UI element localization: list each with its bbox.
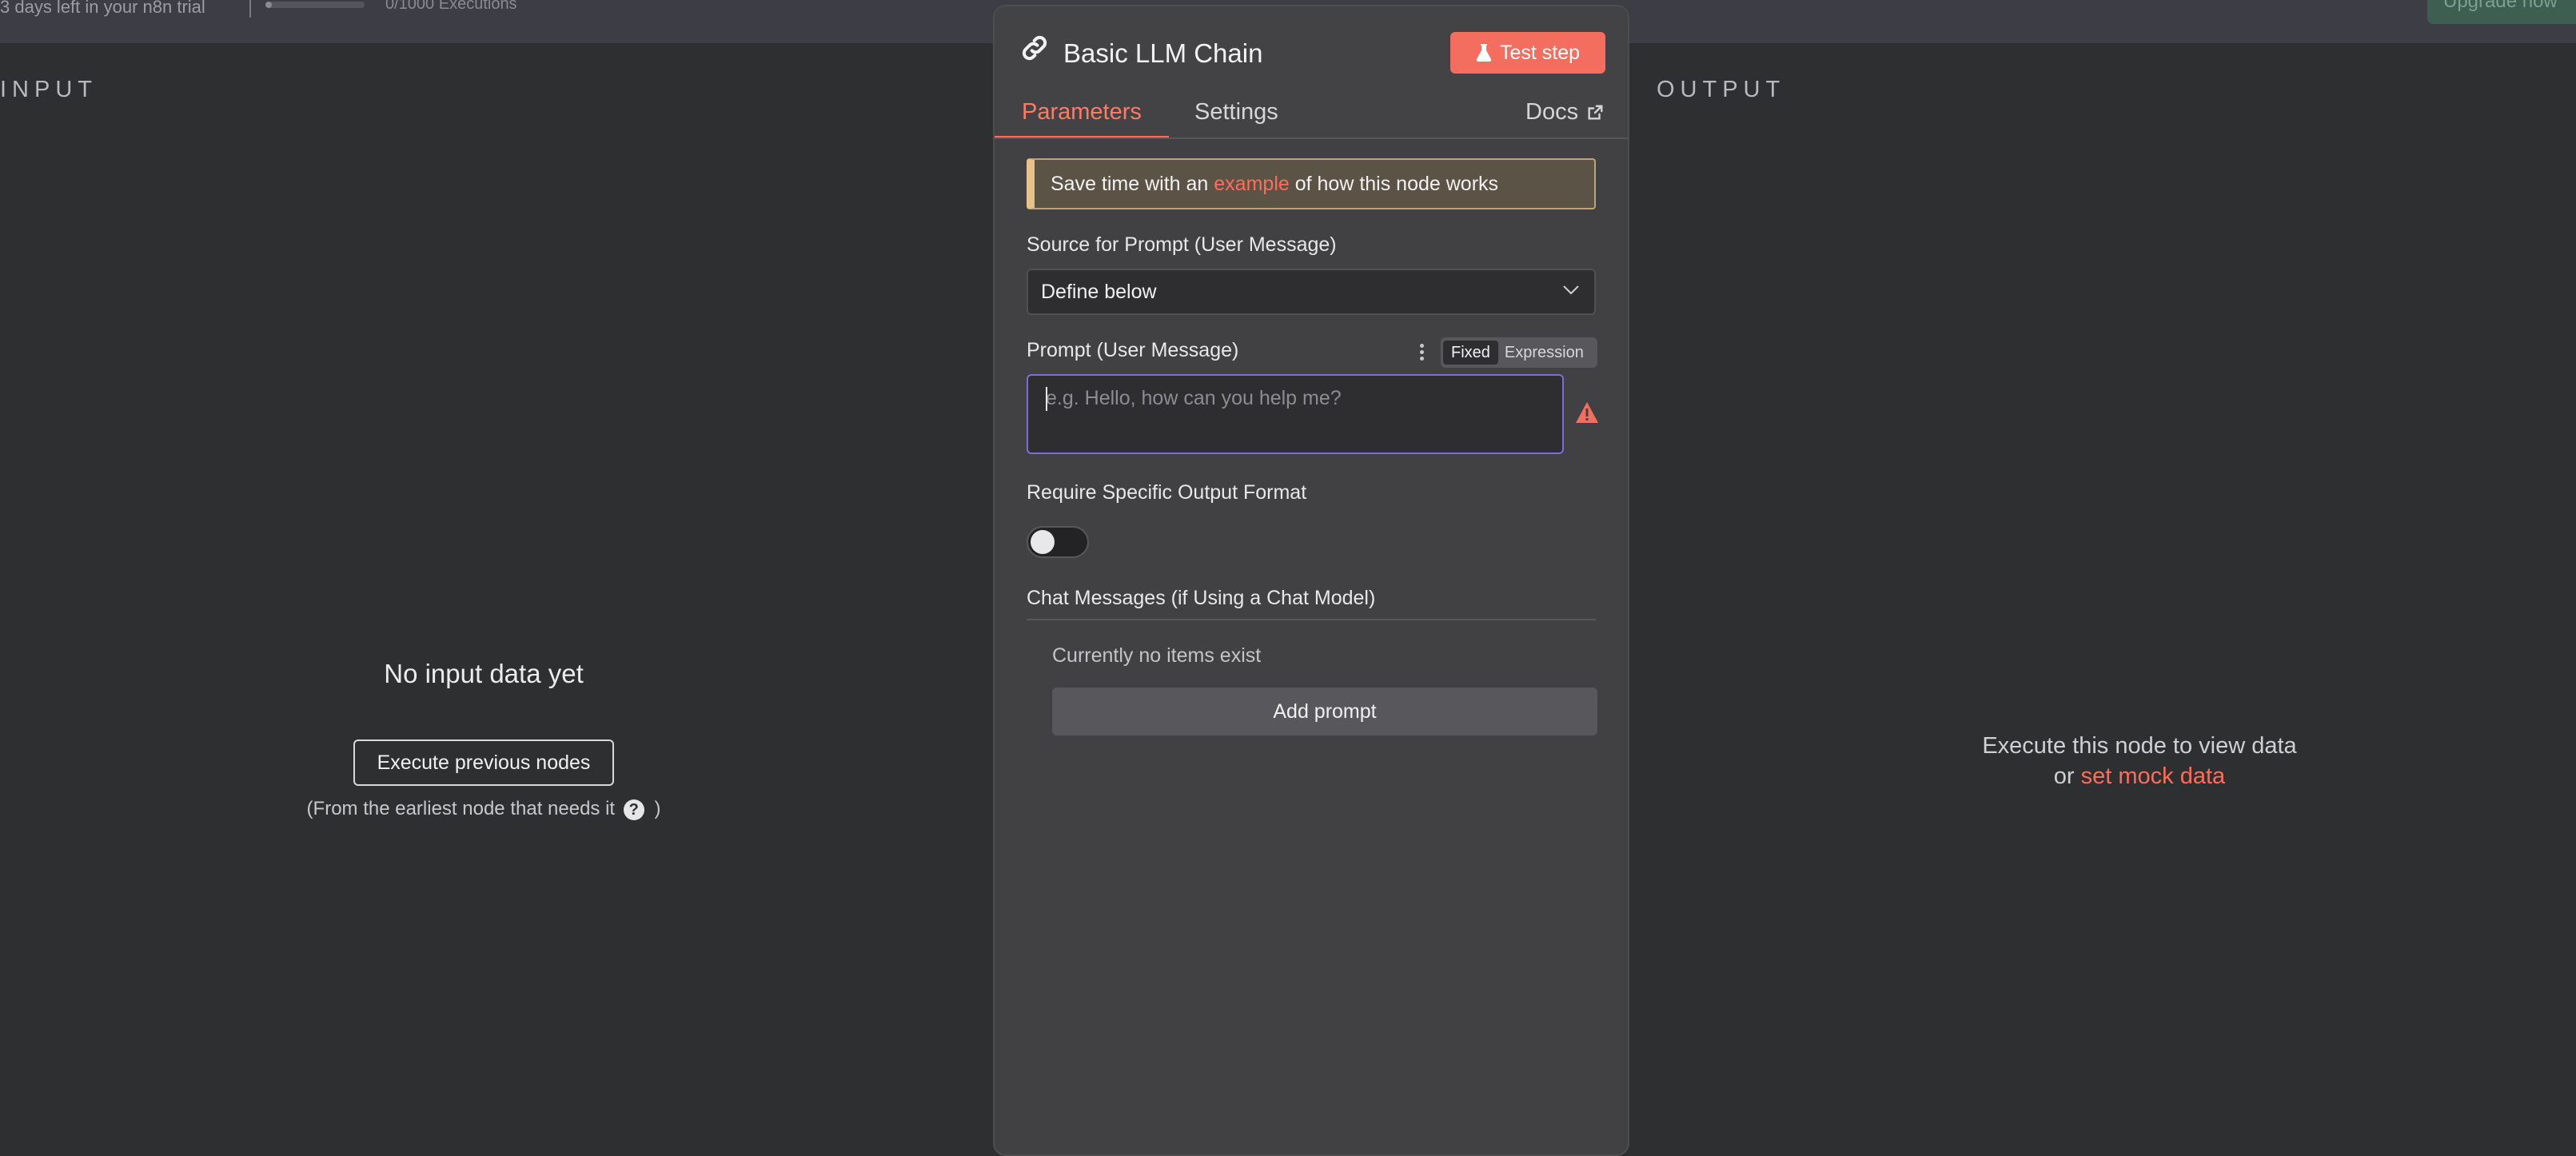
prompt-textarea[interactable]: e.g. Hello, how can you help me? — [1027, 374, 1564, 454]
toggle-knob — [1031, 530, 1055, 554]
tab-parameters[interactable]: Parameters — [1022, 99, 1142, 126]
question-icon[interactable]: ? — [623, 799, 644, 820]
prompt-label: Prompt (User Message) — [1027, 339, 1239, 361]
example-link[interactable]: example — [1214, 173, 1290, 196]
docs-link[interactable]: Docs — [1525, 99, 1604, 126]
prompt-placeholder: e.g. Hello, how can you help me? — [1046, 387, 1342, 409]
panel-header: Basic LLM Chain Test step Parameters Set… — [995, 6, 1628, 139]
executions-progress-bar — [265, 2, 365, 8]
node-title[interactable]: Basic LLM Chain — [1063, 38, 1262, 69]
output-empty-message: Execute this node to view data or set mo… — [1871, 731, 2408, 791]
external-link-icon — [1588, 105, 1603, 120]
output-or-text: or — [2053, 763, 2075, 789]
hint-close: ) — [654, 798, 661, 819]
tab-settings[interactable]: Settings — [1194, 99, 1278, 126]
flask-icon — [1476, 44, 1492, 62]
source-prompt-select[interactable]: Define below — [1027, 269, 1596, 315]
header-divider — [995, 138, 1628, 139]
no-input-title: No input data yet — [384, 659, 584, 688]
banner-text-suffix: of how this node works — [1294, 172, 1499, 195]
input-section-label: INPUT — [0, 77, 98, 102]
mode-expression-option[interactable]: Expression — [1498, 344, 1590, 362]
no-items-text: Currently no items exist — [1052, 644, 1262, 667]
banner-text: Save time with an — [1051, 172, 1209, 195]
executions-progress-fill — [265, 2, 272, 8]
trial-text: 3 days left in your n8n trial — [0, 0, 205, 17]
upgrade-button[interactable]: Upgrade now — [2427, 0, 2576, 24]
chat-messages-title: Chat Messages (if Using a Chat Model) — [1027, 587, 1376, 609]
trial-divider — [249, 0, 251, 18]
executions-count: 0/1000 Executions — [385, 0, 517, 13]
source-prompt-value: Define below — [1041, 280, 1157, 303]
set-mock-data-link[interactable]: set mock data — [2081, 763, 2226, 789]
output-format-label: Require Specific Output Format — [1027, 481, 1307, 504]
test-step-button[interactable]: Test step — [1450, 32, 1605, 74]
source-prompt-label: Source for Prompt (User Message) — [1027, 233, 1337, 256]
text-cursor — [1046, 387, 1047, 411]
warning-icon — [1576, 402, 1598, 423]
execute-previous-nodes-button[interactable]: Execute previous nodes — [353, 739, 614, 786]
more-options-icon[interactable] — [1418, 344, 1425, 363]
output-section-label: OUTPUT — [1657, 77, 1786, 102]
output-message-line: Execute this node to view data — [1982, 733, 2297, 759]
section-divider — [1027, 619, 1596, 620]
output-format-toggle[interactable] — [1027, 526, 1089, 558]
upgrade-label: Upgrade now — [2443, 0, 2558, 12]
mode-fixed-option[interactable]: Fixed — [1443, 341, 1498, 365]
docs-label: Docs — [1525, 99, 1579, 125]
add-prompt-button[interactable]: Add prompt — [1052, 688, 1597, 735]
fixed-expression-toggle: Fixed Expression — [1441, 337, 1597, 368]
node-parameters-panel: Basic LLM Chain Test step Parameters Set… — [993, 5, 1629, 1156]
chevron-down-icon — [1563, 285, 1579, 295]
example-banner: Save time with an example of how this no… — [1027, 158, 1596, 209]
input-hint: (From the earliest node that needs it ? … — [0, 798, 967, 820]
test-step-label: Test step — [1499, 41, 1581, 64]
hint-text: (From the earliest node that needs it — [306, 798, 616, 819]
link-icon — [1022, 35, 1047, 61]
